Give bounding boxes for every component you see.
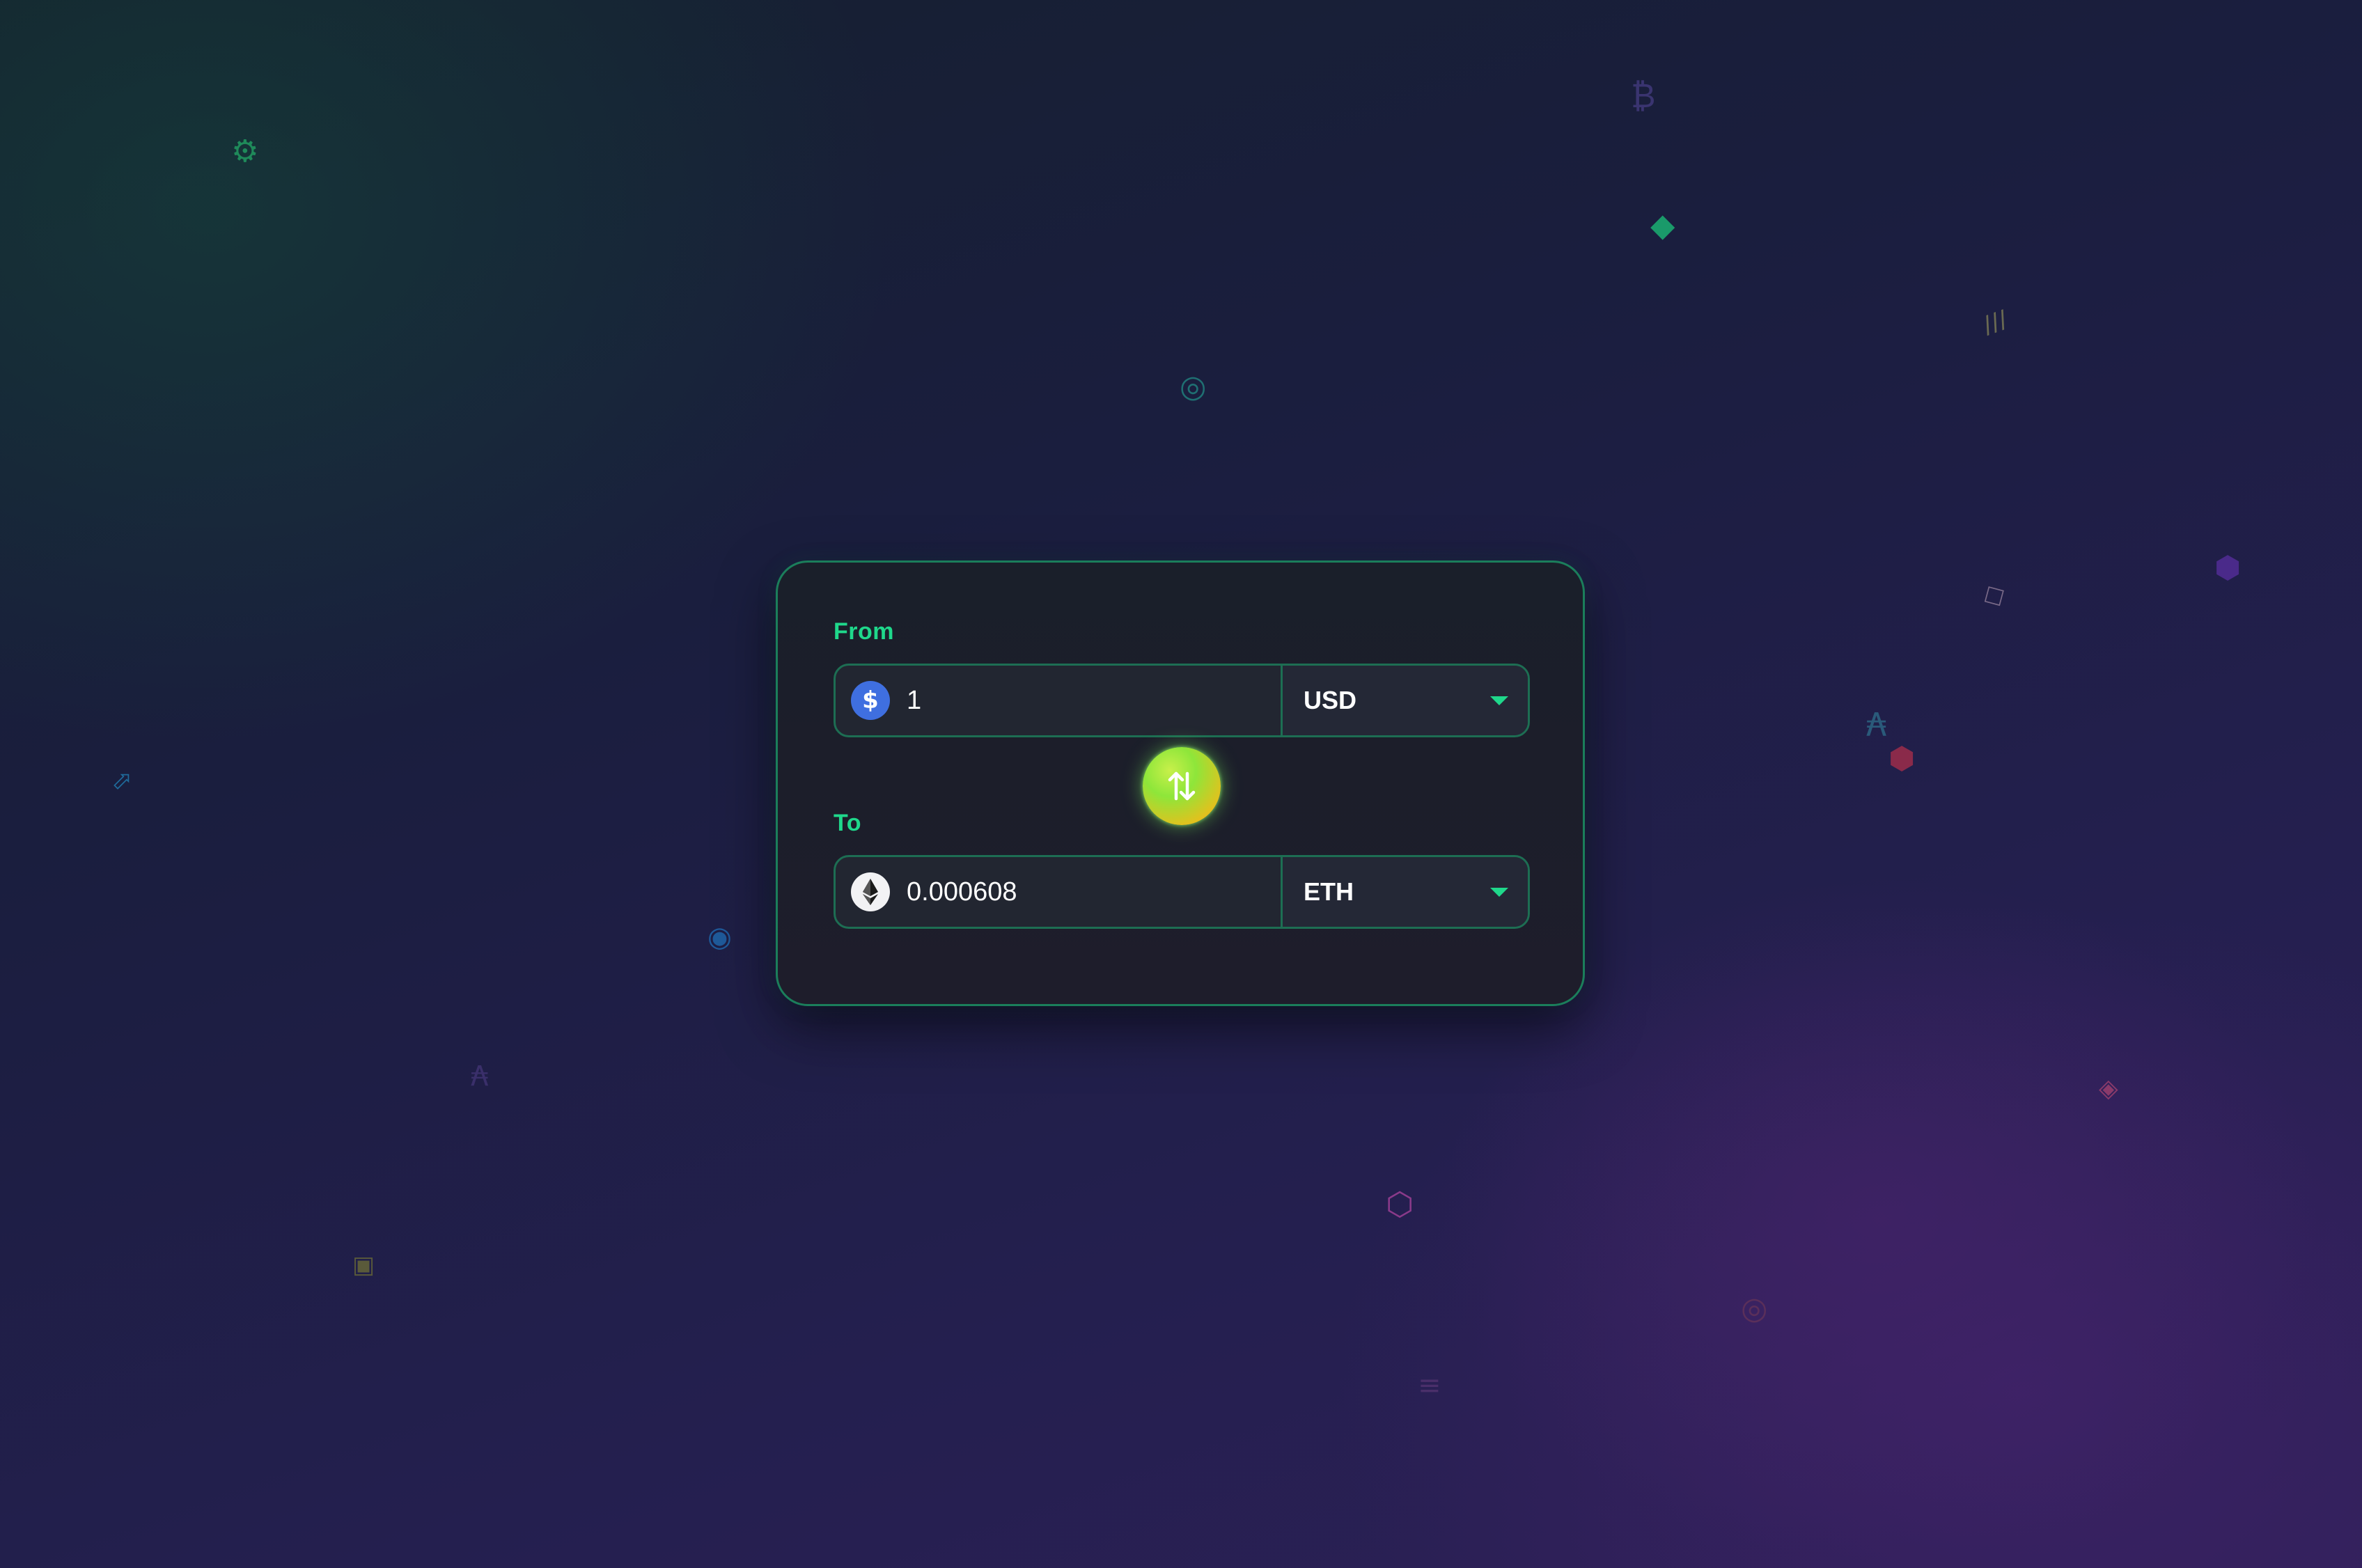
- from-currency-select[interactable]: USD: [1283, 666, 1528, 735]
- to-currency-code: ETH: [1304, 877, 1354, 906]
- square-icon: □: [1982, 580, 2008, 610]
- cardano-icon: ₳: [1866, 706, 1887, 744]
- chart-icon: ⬀: [111, 767, 133, 795]
- currency-converter-card: From $ USD To: [776, 560, 1585, 1006]
- to-amount-input[interactable]: [907, 877, 1269, 907]
- blue-dot-icon: ◉: [707, 921, 732, 953]
- diamond-icon: ◈: [2099, 1074, 2118, 1103]
- cog-icon: ⚙: [231, 134, 259, 169]
- triangle-icon: ₳: [471, 1060, 489, 1092]
- target-icon: ◎: [1180, 369, 1207, 405]
- swap-button[interactable]: [1143, 747, 1221, 825]
- svg-text:$: $: [862, 687, 879, 714]
- ring-icon: ◎: [1741, 1291, 1768, 1326]
- box-icon: ▣: [352, 1251, 375, 1279]
- to-row: ETH: [834, 855, 1530, 929]
- chevron-down-icon: [1490, 887, 1508, 897]
- to-label: To: [834, 810, 862, 836]
- red-hexagon-icon: ⬢: [1888, 741, 1916, 776]
- hexagon-outline-icon: ⬡: [1386, 1185, 1414, 1223]
- dollar-coin-icon: $: [851, 681, 890, 720]
- from-currency-code: USD: [1304, 686, 1357, 714]
- from-amount-area: $: [836, 666, 1283, 735]
- from-amount-input[interactable]: [907, 685, 1269, 716]
- to-amount-area: [836, 857, 1283, 927]
- from-label: From: [834, 618, 894, 645]
- hexagon-icon: ⬢: [2214, 550, 2242, 586]
- lines-icon: ≡: [1418, 1370, 1441, 1402]
- from-row: $ USD: [834, 664, 1530, 737]
- gem-icon: ◆: [1650, 206, 1675, 244]
- ethereum-coin-icon: [851, 872, 890, 911]
- chevron-down-icon: [1490, 696, 1508, 705]
- bars-icon: ///: [1979, 305, 2012, 340]
- swap-arrows-icon: [1168, 771, 1196, 801]
- bitcoin-icon: ₿: [1631, 77, 1656, 116]
- to-currency-select[interactable]: ETH: [1283, 857, 1528, 927]
